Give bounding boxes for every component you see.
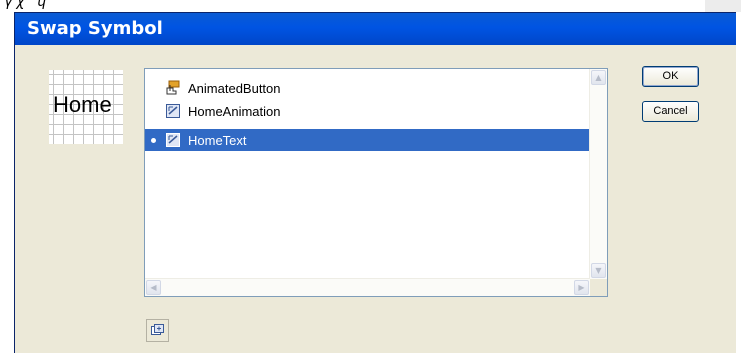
- current-symbol-bullet: [151, 138, 156, 143]
- background-strip: [705, 0, 741, 12]
- symbol-name: AnimatedButton: [188, 81, 281, 96]
- ok-button[interactable]: OK: [642, 66, 699, 87]
- swap-symbol-dialog: Swap Symbol Home AnimatedButton HomeAnim…: [14, 12, 736, 353]
- scroll-down-button[interactable]: ▼: [591, 263, 606, 278]
- title-bar[interactable]: Swap Symbol: [15, 13, 736, 45]
- symbol-list[interactable]: AnimatedButton HomeAnimation HomeText ▲ …: [144, 68, 608, 297]
- button-symbol-icon: [165, 80, 181, 99]
- movie-clip-symbol-icon: [165, 132, 181, 151]
- duplicate-symbol-icon: [147, 324, 168, 345]
- dialog-title: Swap Symbol: [27, 18, 163, 39]
- cropped-text-fragment: γχ ɥ: [4, 0, 50, 10]
- movie-clip-symbol-icon: [165, 103, 181, 122]
- list-item[interactable]: HomeAnimation: [145, 100, 590, 122]
- duplicate-symbol-button[interactable]: [146, 319, 169, 342]
- horizontal-scrollbar[interactable]: ◀ ▶: [145, 278, 590, 296]
- symbol-preview: Home: [49, 70, 123, 144]
- scroll-up-button[interactable]: ▲: [591, 70, 606, 85]
- scroll-right-button[interactable]: ▶: [574, 280, 589, 295]
- scrollbar-corner: [590, 279, 607, 296]
- preview-text: Home: [53, 92, 112, 117]
- list-item-selected[interactable]: HomeText: [145, 129, 590, 151]
- list-item[interactable]: AnimatedButton: [145, 77, 590, 99]
- symbol-name: HomeAnimation: [188, 104, 281, 119]
- vertical-scrollbar[interactable]: ▲ ▼: [589, 69, 607, 279]
- cancel-button[interactable]: Cancel: [642, 101, 699, 122]
- symbol-name: HomeText: [188, 133, 247, 148]
- scroll-left-button[interactable]: ◀: [146, 280, 161, 295]
